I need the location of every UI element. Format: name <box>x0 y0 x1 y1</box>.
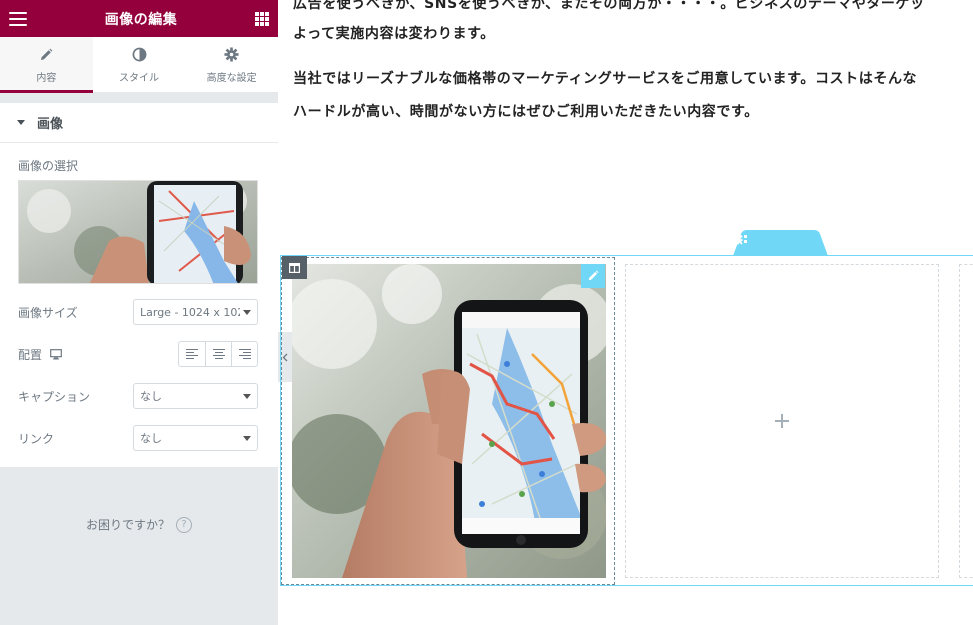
close-icon[interactable] <box>733 235 743 245</box>
widgets-grid-icon[interactable] <box>255 11 269 26</box>
editor-panel: 画像の編集 内容 スタイル 高度な設定 画像 画像の選択 画像サイズ Large… <box>0 0 278 625</box>
paragraph-line: よって実施内容は変わります。 <box>293 26 495 42</box>
help-icon: ? <box>176 516 192 533</box>
paragraph-line: 当社ではリーズナブルな価格帯のマーケティングサービスをご用意しています。コストは… <box>293 71 918 87</box>
pencil-icon <box>588 270 599 281</box>
section-title: 画像 <box>37 117 64 132</box>
gear-icon <box>224 46 239 64</box>
panel-header: 画像の編集 <box>0 0 278 37</box>
pencil-icon <box>39 46 53 64</box>
panel-title: 画像の編集 <box>104 11 178 28</box>
alignment-row: 配置 <box>18 341 258 367</box>
help-link[interactable]: お困りですか？ ? <box>0 516 278 533</box>
panel-controls: 画像 画像の選択 画像サイズ Large - 1024 x 10 配置 キャプシ… <box>0 103 278 467</box>
alignment-buttons <box>178 341 258 367</box>
link-row: リンク なし <box>18 425 258 451</box>
caption-value: なし <box>140 390 162 403</box>
tab-label: 高度な設定 <box>206 72 257 84</box>
caret-down-icon <box>17 120 25 125</box>
link-select[interactable]: なし <box>133 425 258 451</box>
column-handle-icon[interactable] <box>282 256 307 279</box>
image-widget[interactable] <box>292 264 606 578</box>
help-label: お困りですか？ <box>85 518 170 532</box>
image-size-select[interactable]: Large - 1024 x 1024 <box>133 299 258 325</box>
caption-select[interactable]: なし <box>133 383 258 409</box>
chevron-down-icon <box>243 309 251 315</box>
column-3[interactable] <box>959 264 973 578</box>
tab-style[interactable]: スタイル <box>93 37 186 92</box>
chevron-down-icon <box>243 435 251 441</box>
page-canvas: 広告を使うべきか、SNSを使うべきか、またその両方か・・・・。ビジネスのテーマや… <box>278 0 973 625</box>
tab-label: 内容 <box>36 72 57 84</box>
menu-icon[interactable] <box>9 11 27 26</box>
image-choose-label: 画像の選択 <box>18 159 79 173</box>
alignment-label-wrap: 配置 <box>18 346 62 363</box>
caption-row: キャプション なし <box>18 383 258 409</box>
tab-advanced[interactable]: 高度な設定 <box>185 37 278 92</box>
plus-icon <box>775 414 789 428</box>
edit-widget-button[interactable] <box>581 264 605 288</box>
image-size-value: Large - 1024 x 1024 <box>140 305 240 319</box>
chevron-down-icon <box>243 393 251 399</box>
panel-tabs: 内容 スタイル 高度な設定 <box>0 37 278 93</box>
section-toggle-image[interactable]: 画像 <box>0 103 278 143</box>
link-value: なし <box>140 432 162 445</box>
section-handle <box>733 230 828 256</box>
tab-content[interactable]: 内容 <box>0 37 93 93</box>
align-left-button[interactable] <box>179 342 205 366</box>
empty-column-add-widget[interactable] <box>625 264 939 578</box>
image-size-row: 画像サイズ Large - 1024 x 1024 <box>18 299 258 325</box>
align-center-button[interactable] <box>205 342 231 366</box>
link-label: リンク <box>18 431 55 446</box>
alignment-label: 配置 <box>18 347 43 362</box>
half-circle-icon <box>132 46 147 64</box>
align-right-button[interactable] <box>231 342 257 366</box>
tab-label: スタイル <box>119 72 159 84</box>
desktop-icon[interactable] <box>50 348 62 360</box>
image-preview[interactable] <box>18 180 258 284</box>
image-size-label: 画像サイズ <box>18 305 78 320</box>
caption-label: キャプション <box>18 389 91 404</box>
paragraph-line: ハードルが高い、時間がない方にはぜひご利用いただきたい内容です。 <box>293 104 759 120</box>
